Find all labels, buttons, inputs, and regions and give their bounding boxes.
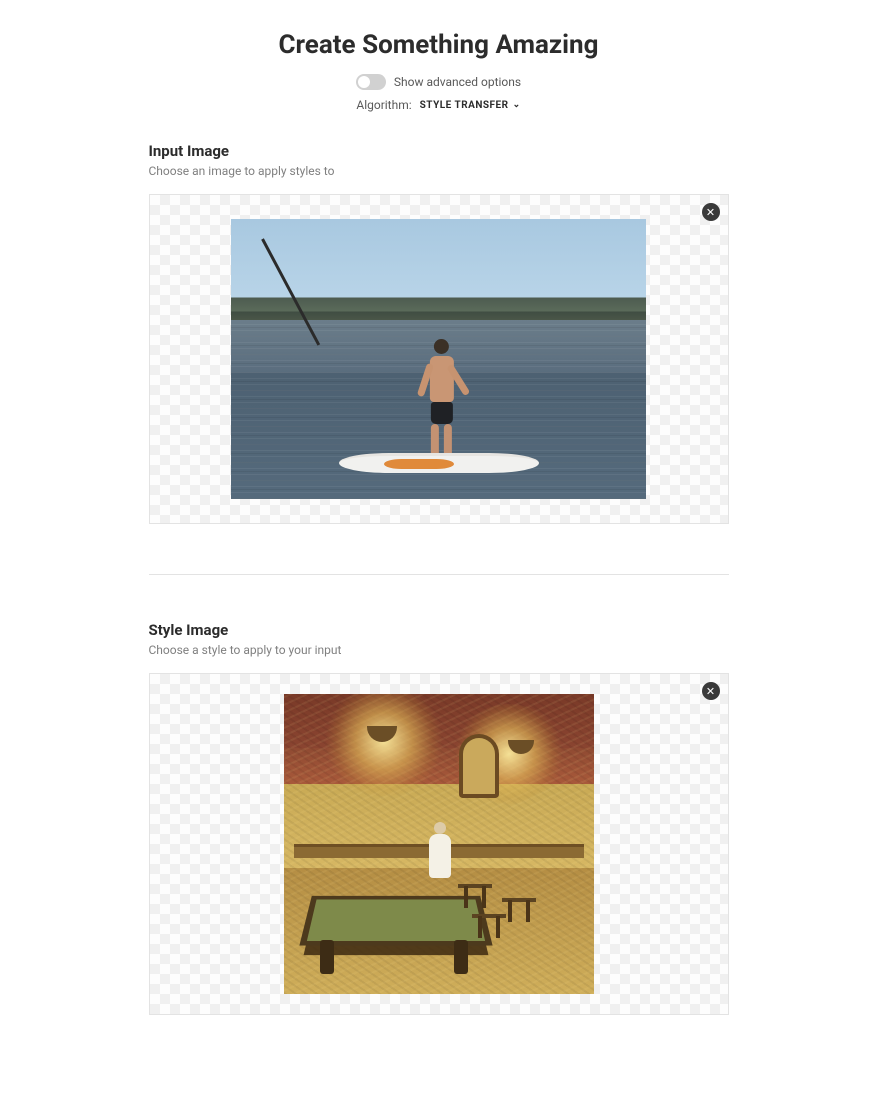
input-image-description: Choose an image to apply styles to xyxy=(149,164,729,178)
advanced-options-label: Show advanced options xyxy=(394,75,521,89)
chevron-down-icon: ⌄ xyxy=(513,100,521,110)
algorithm-select[interactable]: STYLE TRANSFER ⌄ xyxy=(420,100,521,111)
input-image-heading: Input Image xyxy=(149,142,729,160)
style-image-section: Style Image Choose a style to apply to y… xyxy=(149,621,729,1015)
section-divider xyxy=(149,574,729,575)
algorithm-label: Algorithm: xyxy=(356,98,411,112)
remove-style-image-button[interactable]: ✕ xyxy=(702,682,720,700)
algorithm-row: Algorithm: STYLE TRANSFER ⌄ xyxy=(149,98,729,112)
input-image-section: Input Image Choose an image to apply sty… xyxy=(149,142,729,524)
style-image-description: Choose a style to apply to your input xyxy=(149,643,729,657)
close-icon: ✕ xyxy=(706,686,715,697)
close-icon: ✕ xyxy=(706,207,715,218)
page-container: Create Something Amazing Show advanced o… xyxy=(139,0,739,1105)
advanced-options-row: Show advanced options xyxy=(149,74,729,90)
page-title: Create Something Amazing xyxy=(149,30,729,60)
remove-input-image-button[interactable]: ✕ xyxy=(702,203,720,221)
style-image-dropzone[interactable]: ✕ xyxy=(149,673,729,1015)
style-image-heading: Style Image xyxy=(149,621,729,639)
algorithm-selected-value: STYLE TRANSFER xyxy=(420,100,509,111)
style-image-preview xyxy=(284,694,594,994)
input-image-dropzone[interactable]: ✕ xyxy=(149,194,729,524)
advanced-options-toggle[interactable] xyxy=(356,74,386,90)
input-image-preview xyxy=(231,219,646,499)
